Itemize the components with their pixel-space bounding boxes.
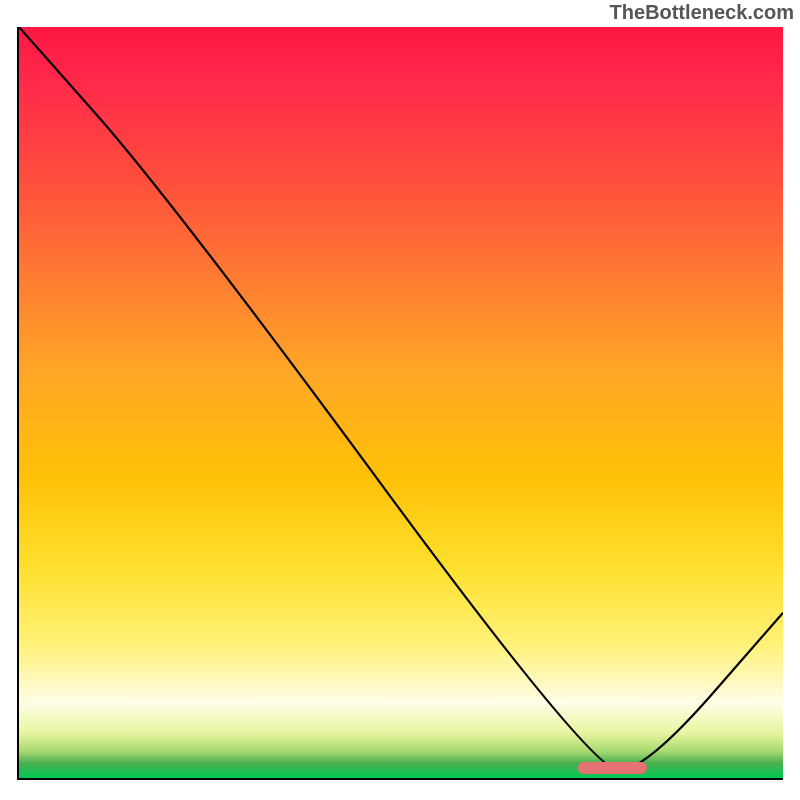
watermark-text: TheBottleneck.com [610, 2, 794, 25]
optimum-marker [578, 762, 647, 774]
bottleneck-curve [19, 27, 783, 778]
curve-path [19, 27, 783, 770]
plot-area [17, 27, 783, 780]
